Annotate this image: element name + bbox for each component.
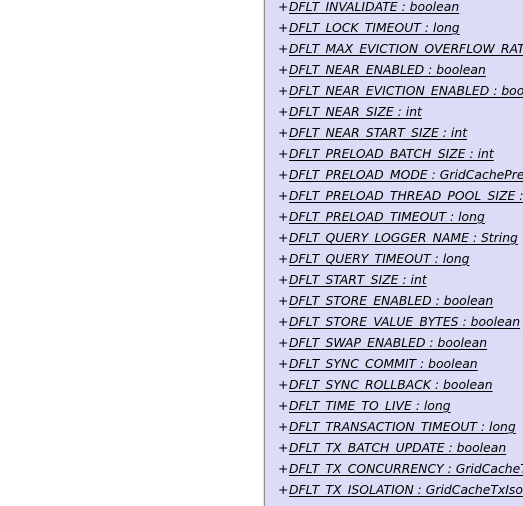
attribute-row[interactable]: +DFLT_INVALIDATE : boolean (278, 0, 523, 17)
visibility-public-marker: + (278, 167, 289, 182)
visibility-public-marker: + (278, 251, 289, 266)
visibility-public-marker: + (278, 209, 289, 224)
visibility-public-marker: + (278, 440, 289, 455)
attribute-label[interactable]: DFLT_PRELOAD_BATCH_SIZE : int (289, 146, 494, 161)
visibility-public-marker: + (278, 461, 289, 476)
attribute-row[interactable]: +DFLT_PRELOAD_MODE : GridCachePrelo (278, 164, 523, 185)
attribute-row[interactable]: +DFLT_PRELOAD_TIMEOUT : long (278, 206, 523, 227)
attribute-row[interactable]: +DFLT_PRELOAD_THREAD_POOL_SIZE : in (278, 185, 523, 206)
attribute-label[interactable]: DFLT_SWAP_ENABLED : boolean (289, 335, 487, 350)
attribute-label[interactable]: DFLT_NEAR_START_SIZE : int (289, 125, 467, 140)
visibility-public-marker: + (278, 230, 289, 245)
attribute-row[interactable]: +DFLT_QUERY_LOGGER_NAME : String (278, 227, 523, 248)
attribute-list: +DFLT_INVALIDATE : boolean +DFLT_LOCK_TIM… (278, 0, 523, 500)
attribute-label[interactable]: DFLT_NEAR_SIZE : int (289, 104, 422, 119)
attribute-row[interactable]: +DFLT_NEAR_START_SIZE : int (278, 122, 523, 143)
attribute-row[interactable]: +DFLT_SYNC_ROLLBACK : boolean (278, 374, 523, 395)
attribute-row[interactable]: +DFLT_STORE_ENABLED : boolean (278, 290, 523, 311)
visibility-public-marker: + (278, 41, 289, 56)
attribute-label[interactable]: DFLT_SYNC_COMMIT : boolean (289, 356, 478, 371)
attribute-row[interactable]: +DFLT_LOCK_TIMEOUT : long (278, 17, 523, 38)
attribute-row[interactable]: +DFLT_NEAR_SIZE : int (278, 101, 523, 122)
attribute-label[interactable]: DFLT_PRELOAD_MODE : GridCachePrelo (289, 167, 523, 182)
attribute-label[interactable]: DFLT_NEAR_EVICTION_ENABLED : bool (289, 83, 523, 98)
attribute-row[interactable]: +DFLT_SWAP_ENABLED : boolean (278, 332, 523, 353)
visibility-public-marker: + (278, 62, 289, 77)
attribute-label[interactable]: DFLT_QUERY_LOGGER_NAME : String (289, 230, 518, 245)
attribute-label[interactable]: DFLT_TX_CONCURRENCY : GridCacheTx (289, 461, 523, 476)
visibility-public-marker: + (278, 125, 289, 140)
visibility-public-marker: + (278, 314, 289, 329)
attribute-label[interactable]: DFLT_TRANSACTION_TIMEOUT : long (289, 419, 516, 434)
attribute-row[interactable]: +DFLT_QUERY_TIMEOUT : long (278, 248, 523, 269)
visibility-public-marker: + (278, 398, 289, 413)
attribute-label[interactable]: DFLT_QUERY_TIMEOUT : long (289, 251, 469, 266)
attribute-row[interactable]: +DFLT_TIME_TO_LIVE : long (278, 395, 523, 416)
visibility-public-marker: + (278, 293, 289, 308)
attribute-label[interactable]: DFLT_LOCK_TIMEOUT : long (289, 20, 460, 35)
attribute-label[interactable]: DFLT_START_SIZE : int (289, 272, 427, 287)
visibility-public-marker: + (278, 146, 289, 161)
visibility-public-marker: + (278, 335, 289, 350)
attribute-row[interactable]: +DFLT_MAX_EVICTION_OVERFLOW_RATIO (278, 38, 523, 59)
attribute-label[interactable]: DFLT_NEAR_ENABLED : boolean (289, 62, 486, 77)
visibility-public-marker: + (278, 356, 289, 371)
attribute-label[interactable]: DFLT_MAX_EVICTION_OVERFLOW_RATIO (289, 41, 523, 56)
attribute-row[interactable]: +DFLT_TX_BATCH_UPDATE : boolean (278, 437, 523, 458)
attribute-label[interactable]: DFLT_STORE_VALUE_BYTES : boolean (289, 314, 520, 329)
visibility-public-marker: + (278, 104, 289, 119)
attribute-label[interactable]: DFLT_PRELOAD_TIMEOUT : long (289, 209, 485, 224)
attribute-row[interactable]: +DFLT_NEAR_ENABLED : boolean (278, 59, 523, 80)
visibility-public-marker: + (278, 0, 289, 14)
attribute-label[interactable]: DFLT_SYNC_ROLLBACK : boolean (289, 377, 493, 392)
visibility-public-marker: + (278, 482, 289, 497)
visibility-public-marker: + (278, 20, 289, 35)
visibility-public-marker: + (278, 83, 289, 98)
attribute-row[interactable]: +DFLT_TX_CONCURRENCY : GridCacheTx (278, 458, 523, 479)
visibility-public-marker: + (278, 272, 289, 287)
attribute-label[interactable]: DFLT_TX_BATCH_UPDATE : boolean (289, 440, 506, 455)
attribute-label[interactable]: DFLT_TX_ISOLATION : GridCacheTxIsola (289, 482, 523, 497)
visibility-public-marker: + (278, 377, 289, 392)
visibility-public-marker: + (278, 419, 289, 434)
visibility-public-marker: + (278, 188, 289, 203)
attribute-row[interactable]: +DFLT_SYNC_COMMIT : boolean (278, 353, 523, 374)
attribute-label[interactable]: DFLT_STORE_ENABLED : boolean (289, 293, 493, 308)
attribute-row[interactable]: +DFLT_STORE_VALUE_BYTES : boolean (278, 311, 523, 332)
attribute-row[interactable]: +DFLT_TX_ISOLATION : GridCacheTxIsola (278, 479, 523, 500)
attribute-row[interactable]: +DFLT_START_SIZE : int (278, 269, 523, 290)
attribute-row[interactable]: +DFLT_TRANSACTION_TIMEOUT : long (278, 416, 523, 437)
attribute-label[interactable]: DFLT_TIME_TO_LIVE : long (289, 398, 451, 413)
attribute-row[interactable]: +DFLT_PRELOAD_BATCH_SIZE : int (278, 143, 523, 164)
attribute-label[interactable]: DFLT_PRELOAD_THREAD_POOL_SIZE : in (289, 188, 523, 203)
attribute-row[interactable]: +DFLT_NEAR_EVICTION_ENABLED : bool (278, 80, 523, 101)
attribute-label[interactable]: DFLT_INVALIDATE : boolean (289, 0, 459, 14)
